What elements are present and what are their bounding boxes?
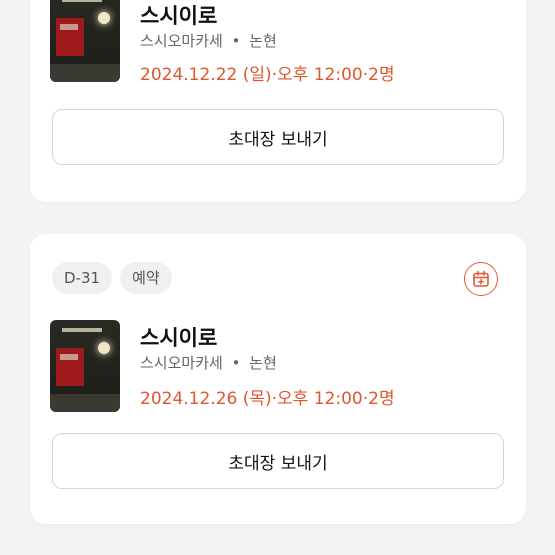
reservation-datetime: 2024.12.26 (목)·오후 12:00·2명 [140, 389, 395, 409]
add-to-calendar-button[interactable] [464, 262, 498, 296]
reservation-card: 스시이로 스시오마카세 • 논현 2024.12.22 (일)·오후 12:00… [30, 0, 526, 202]
restaurant-area: 논현 [249, 32, 277, 50]
calendar-add-icon [473, 270, 489, 287]
chip-row: D-31 예약 [52, 262, 172, 294]
restaurant-area: 논현 [249, 354, 277, 372]
restaurant-category: 스시오마카세 [140, 354, 223, 372]
restaurant-meta: 스시오마카세 • 논현 [140, 30, 277, 51]
meta-separator: • [231, 32, 241, 50]
restaurant-category: 스시오마카세 [140, 32, 223, 50]
send-invitation-button[interactable]: 초대장 보내기 [52, 433, 504, 489]
reservation-card: D-31 예약 스시이로 스시오마카세 • 논현 2024.12.26 (목)·… [30, 234, 526, 524]
restaurant-name[interactable]: 스시이로 [140, 322, 217, 352]
restaurant-thumbnail [50, 320, 120, 412]
reservation-datetime: 2024.12.22 (일)·오후 12:00·2명 [140, 65, 395, 85]
restaurant-name[interactable]: 스시이로 [140, 0, 217, 30]
restaurant-meta: 스시오마카세 • 논현 [140, 352, 277, 373]
dday-chip: D-31 [52, 262, 113, 294]
status-chip: 예약 [120, 262, 172, 294]
restaurant-thumbnail [50, 0, 120, 82]
send-invitation-button[interactable]: 초대장 보내기 [52, 109, 504, 165]
meta-separator: • [231, 354, 241, 372]
